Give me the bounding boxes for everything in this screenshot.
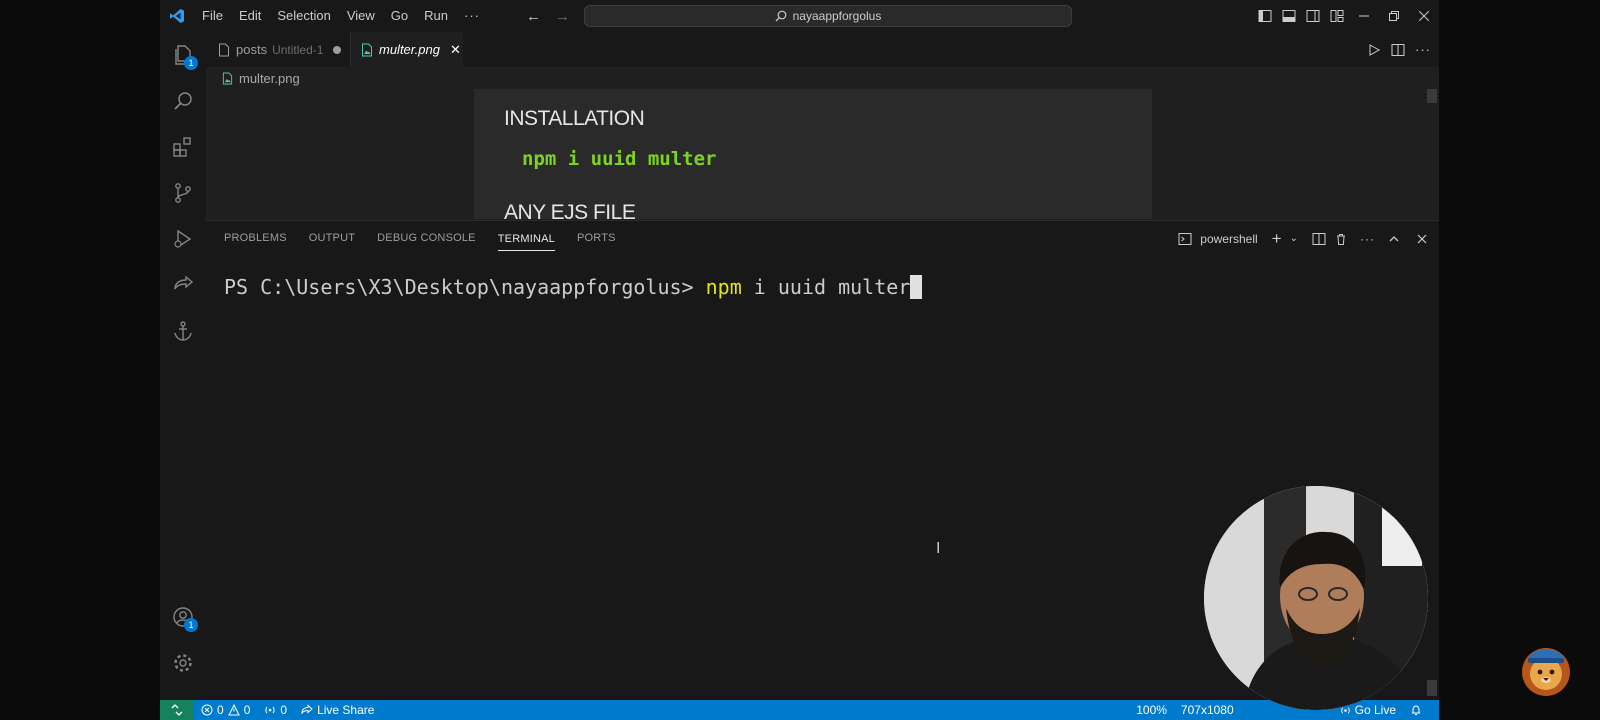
more-actions-icon[interactable]: ··· xyxy=(1360,232,1375,246)
toggle-panel-icon[interactable] xyxy=(1277,0,1301,32)
run-debug-icon[interactable] xyxy=(160,216,206,262)
trash-icon[interactable] xyxy=(1334,232,1348,246)
title-bar: File Edit Selection View Go Run ··· ← → … xyxy=(160,0,1439,32)
broadcast-icon xyxy=(265,706,275,714)
tab-debug-console[interactable]: DEBUG CONSOLE xyxy=(377,221,476,256)
terminal-args: i uuid multer xyxy=(741,275,911,299)
explorer-icon[interactable]: 1 xyxy=(160,32,206,78)
image-heading-ejs: ANY EJS FILE xyxy=(504,201,636,219)
tab-posts-label: posts xyxy=(236,42,268,57)
zoom-level[interactable]: 100% xyxy=(1129,703,1174,717)
menu-edit[interactable]: Edit xyxy=(231,0,269,32)
menu-view[interactable]: View xyxy=(339,0,383,32)
settings-gear-icon[interactable] xyxy=(160,640,206,686)
split-editor-icon[interactable] xyxy=(1391,43,1405,57)
vscode-logo-icon xyxy=(160,0,194,32)
warning-icon xyxy=(227,704,240,716)
tab-posts[interactable]: posts Untitled-1 xyxy=(206,32,351,67)
problems-status[interactable]: 0 0 xyxy=(194,703,257,717)
tab-multer[interactable]: multer.png ✕ xyxy=(351,32,463,67)
anchor-icon[interactable] xyxy=(160,308,206,354)
live-share-icon[interactable] xyxy=(160,262,206,308)
restore-icon[interactable] xyxy=(1379,0,1409,32)
image-file-icon xyxy=(362,43,372,56)
tab-posts-detail: Untitled-1 xyxy=(272,42,324,57)
navigation-arrows: ← → xyxy=(526,0,570,32)
breadcrumb-file[interactable]: multer.png xyxy=(239,71,300,86)
explorer-badge: 1 xyxy=(184,56,198,70)
run-icon[interactable] xyxy=(1367,43,1381,57)
accounts-icon[interactable]: 1 xyxy=(160,594,206,640)
menu-file[interactable]: File xyxy=(194,0,231,32)
close-window-icon[interactable] xyxy=(1409,0,1439,32)
toggle-primary-sidebar-icon[interactable] xyxy=(1253,0,1277,32)
text-cursor-icon: I xyxy=(936,540,941,557)
editor-actions: ··· xyxy=(1367,32,1431,67)
terminal-cursor xyxy=(910,275,923,299)
image-file-icon xyxy=(222,72,233,84)
error-count: 0 xyxy=(217,703,224,717)
chevron-down-icon[interactable]: ⌄ xyxy=(1290,233,1298,244)
breadcrumb: multer.png xyxy=(206,67,1439,89)
file-icon xyxy=(219,43,229,56)
terminal-shell-icon xyxy=(1178,232,1192,245)
terminal-prompt: PS C:\Users\X3\Desktop\nayaappforgolus> xyxy=(224,275,706,299)
customize-layout-icon[interactable] xyxy=(1325,0,1349,32)
terminal-output[interactable]: PS C:\Users\X3\Desktop\nayaappforgolus> … xyxy=(224,275,923,299)
tab-terminal[interactable]: TERMINAL xyxy=(497,227,555,251)
webcam-overlay xyxy=(1204,486,1428,710)
minimize-icon[interactable] xyxy=(1349,0,1379,32)
source-control-icon[interactable] xyxy=(160,170,206,216)
forward-arrow-icon[interactable]: → xyxy=(555,8,570,25)
tab-problems[interactable]: PROBLEMS xyxy=(224,221,287,256)
panel-actions: powershell + ⌄ ··· xyxy=(1178,221,1429,256)
close-panel-icon[interactable] xyxy=(1415,232,1429,246)
ports-count: 0 xyxy=(280,703,288,717)
search-icon[interactable] xyxy=(160,78,206,124)
image-editor: INSTALLATION npm i uuid multer ANY EJS F… xyxy=(206,89,1439,219)
channel-mascot-icon xyxy=(1512,634,1580,702)
tab-multer-label: multer.png xyxy=(379,42,440,57)
activity-bar: 1 1 xyxy=(160,32,206,700)
error-icon xyxy=(201,704,213,716)
image-install-command: npm i uuid multer xyxy=(522,148,717,170)
menu-selection[interactable]: Selection xyxy=(269,0,338,32)
back-arrow-icon[interactable]: ← xyxy=(526,8,541,25)
terminal-scrollbar[interactable] xyxy=(1427,680,1437,696)
accounts-badge: 1 xyxy=(184,618,198,632)
go-live-label: Go Live xyxy=(1354,703,1396,717)
close-tab-icon[interactable]: ✕ xyxy=(450,42,461,58)
menu-more[interactable]: ··· xyxy=(456,0,488,32)
warning-count: 0 xyxy=(243,703,251,717)
image-heading-installation: INSTALLATION xyxy=(504,107,645,130)
tab-ports[interactable]: PORTS xyxy=(577,221,616,256)
editor-scrollbar[interactable] xyxy=(1427,89,1437,103)
editor-tabs: posts Untitled-1 multer.png ✕ ··· xyxy=(206,32,1439,67)
extensions-icon[interactable] xyxy=(160,124,206,170)
command-center-label: nayaappforgolus xyxy=(792,9,882,23)
live-share-icon xyxy=(301,704,313,715)
split-terminal-icon[interactable] xyxy=(1312,232,1326,246)
tab-output[interactable]: OUTPUT xyxy=(309,221,355,256)
unsaved-dot-icon[interactable] xyxy=(333,45,342,54)
status-bar: 0 0 0 Live Share 100% 707x1080 Go Live xyxy=(160,700,1439,720)
new-terminal-icon[interactable]: + xyxy=(1272,229,1282,249)
terminal-shell-name[interactable]: powershell xyxy=(1200,232,1257,246)
toggle-secondary-sidebar-icon[interactable] xyxy=(1301,0,1325,32)
maximize-panel-icon[interactable] xyxy=(1387,232,1401,246)
image-dimensions[interactable]: 707x1080 xyxy=(1174,703,1241,717)
live-share-button[interactable]: Live Share xyxy=(294,703,381,717)
command-center-search[interactable]: nayaappforgolus xyxy=(584,5,1072,27)
search-icon xyxy=(775,10,787,22)
menu-go[interactable]: Go xyxy=(383,0,416,32)
title-bar-controls xyxy=(1253,0,1439,32)
live-share-label: Live Share xyxy=(317,703,375,717)
more-actions-icon[interactable]: ··· xyxy=(1415,42,1431,57)
ports-status[interactable]: 0 xyxy=(257,703,294,717)
notifications-bell-icon[interactable] xyxy=(1403,704,1429,716)
terminal-command: npm xyxy=(705,275,742,299)
menu-run[interactable]: Run xyxy=(416,0,456,32)
image-preview: INSTALLATION npm i uuid multer ANY EJS F… xyxy=(474,89,1152,219)
remote-indicator-icon[interactable] xyxy=(160,700,194,720)
